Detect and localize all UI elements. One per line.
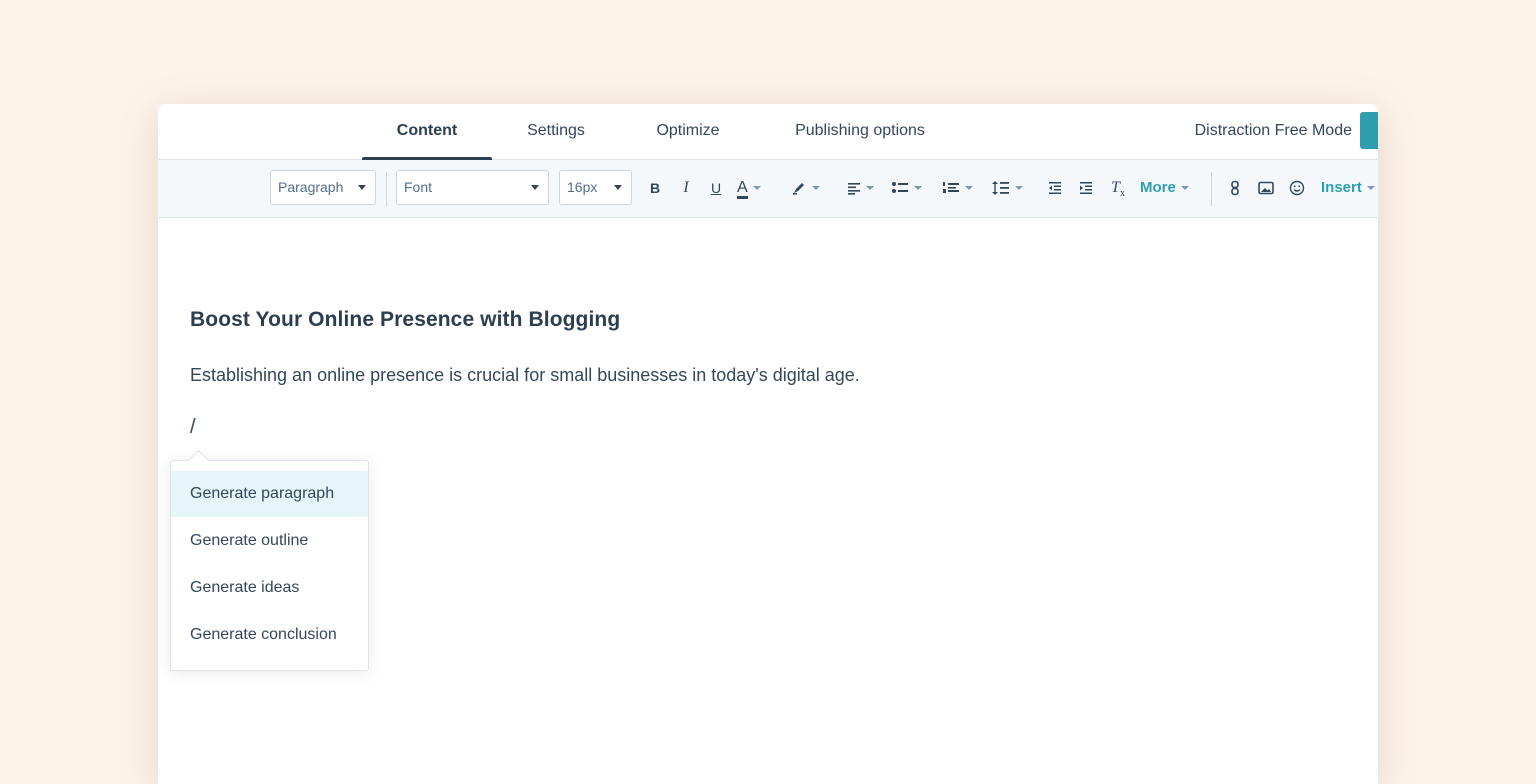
bold-icon[interactable]: B: [646, 176, 664, 200]
font-family-select[interactable]: Font: [396, 170, 549, 205]
chevron-down-icon: [1366, 186, 1375, 191]
tab-bar: Content Settings Optimize Publishing opt…: [158, 104, 1378, 160]
numbered-list-icon: [943, 182, 959, 194]
highlight-icon: [793, 183, 804, 195]
insert-label: Insert: [1321, 179, 1362, 196]
text-color-button[interactable]: A: [737, 176, 777, 200]
italic-icon[interactable]: I: [677, 176, 695, 200]
post-heading[interactable]: Boost Your Online Presence with Blogging: [190, 308, 620, 332]
insert-button[interactable]: Insert: [1321, 176, 1378, 200]
block-format-value: Paragraph: [278, 179, 344, 195]
bulleted-list-icon: [892, 182, 908, 194]
editor-window: Content Settings Optimize Publishing opt…: [158, 104, 1378, 784]
emoji-icon: [1289, 180, 1305, 196]
font-size-value: 16px: [567, 179, 598, 195]
post-paragraph[interactable]: Establishing an online presence is cruci…: [190, 365, 860, 386]
menu-item-generate-ideas[interactable]: Generate ideas: [171, 565, 368, 611]
formatting-toolbar: Paragraph Font 16px B I U A Tx More Inse…: [158, 160, 1378, 218]
font-size-select[interactable]: 16px: [559, 170, 632, 205]
highlight-button[interactable]: [791, 176, 833, 200]
align-icon: [848, 183, 860, 195]
indent-icon: [1080, 182, 1092, 195]
tab-settings[interactable]: Settings: [514, 104, 598, 159]
menu-item-generate-outline[interactable]: Generate outline: [171, 518, 368, 564]
font-family-value: Font: [404, 179, 433, 195]
toolbar-divider: [386, 172, 387, 206]
link-button[interactable]: [1226, 176, 1244, 200]
line-height-icon: [992, 181, 1009, 196]
menu-item-generate-paragraph[interactable]: Generate paragraph: [171, 471, 368, 517]
chevron-down-icon: [914, 186, 922, 191]
clear-formatting-icon[interactable]: Tx: [1108, 176, 1128, 200]
chevron-down-icon: [614, 185, 622, 190]
image-button[interactable]: [1256, 176, 1276, 200]
menu-pointer: [187, 449, 210, 472]
ai-command-menu: Generate paragraph Generate outline Gene…: [170, 449, 369, 671]
underline-icon[interactable]: U: [707, 176, 725, 200]
image-icon: [1258, 181, 1274, 195]
clear-formatting-label: T: [1111, 179, 1120, 196]
more-label: More: [1140, 179, 1176, 196]
tab-content[interactable]: Content: [362, 104, 492, 160]
toolbar-divider: [1211, 172, 1212, 206]
chevron-down-icon: [531, 185, 539, 190]
chevron-down-icon: [812, 186, 820, 191]
outdent-button[interactable]: [1046, 176, 1064, 200]
publish-button[interactable]: [1360, 112, 1378, 149]
bulleted-list-button[interactable]: [891, 176, 931, 200]
indent-button[interactable]: [1077, 176, 1095, 200]
numbered-list-button[interactable]: [942, 176, 982, 200]
text-color-icon: A: [737, 179, 748, 199]
slash-command-line[interactable]: /: [190, 416, 196, 439]
chevron-down-icon: [752, 186, 761, 191]
distraction-free-mode-toggle[interactable]: Distraction Free Mode: [1195, 104, 1352, 159]
tab-publishing-options[interactable]: Publishing options: [780, 104, 940, 159]
align-button[interactable]: [847, 176, 881, 200]
block-format-select[interactable]: Paragraph: [270, 170, 376, 205]
clear-formatting-sub: x: [1119, 188, 1125, 200]
line-height-button[interactable]: [992, 176, 1032, 200]
chevron-down-icon: [358, 185, 366, 190]
chevron-down-icon: [1015, 186, 1023, 191]
more-button[interactable]: More: [1140, 176, 1200, 200]
menu-item-generate-conclusion[interactable]: Generate conclusion: [171, 612, 368, 658]
emoji-button[interactable]: [1287, 176, 1307, 200]
outdent-icon: [1049, 182, 1061, 195]
tab-optimize[interactable]: Optimize: [642, 104, 734, 159]
link-icon: [1231, 180, 1239, 196]
chevron-down-icon: [965, 186, 973, 191]
chevron-down-icon: [866, 186, 874, 191]
chevron-down-icon: [1180, 186, 1189, 191]
